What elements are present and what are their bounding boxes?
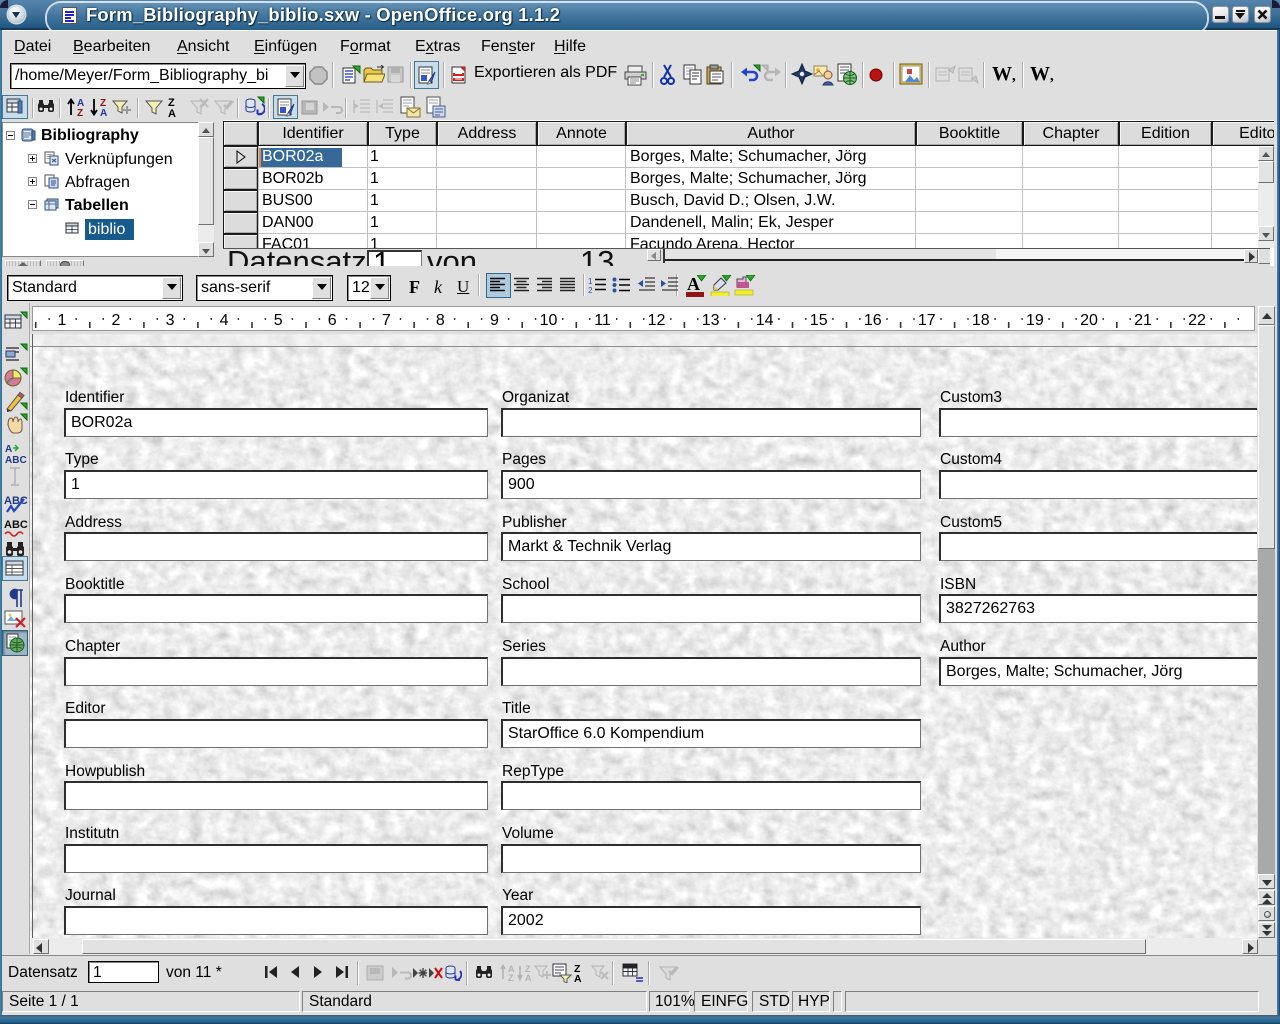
svg-text:14: 14 <box>756 312 774 329</box>
svg-text:Z: Z <box>77 108 83 118</box>
svg-text:16: 16 <box>864 312 882 329</box>
svg-text:A: A <box>100 108 107 118</box>
svg-text:1: 1 <box>58 312 67 329</box>
svg-text:A: A <box>574 973 582 984</box>
svg-text:A: A <box>5 444 12 455</box>
svg-text:3: 3 <box>166 312 175 329</box>
svg-text:8: 8 <box>436 312 445 329</box>
svg-text:6: 6 <box>328 312 337 329</box>
svg-text:19: 19 <box>1026 312 1044 329</box>
svg-text:9: 9 <box>490 312 499 329</box>
svg-text:2: 2 <box>112 312 121 329</box>
svg-text:ABC: ABC <box>5 455 27 464</box>
svg-text:A: A <box>168 108 176 118</box>
svg-text:1: 1 <box>588 277 593 286</box>
svg-text:15: 15 <box>810 312 828 329</box>
svg-text:22: 22 <box>1188 312 1206 329</box>
svg-text:2: 2 <box>588 286 593 294</box>
svg-text:A: A <box>525 973 532 983</box>
svg-text:10: 10 <box>540 312 558 329</box>
svg-text:18: 18 <box>972 312 990 329</box>
svg-text:ABC: ABC <box>4 519 28 531</box>
svg-text:ABC: ABC <box>4 495 28 507</box>
svg-text:17: 17 <box>918 312 936 329</box>
svg-text:21: 21 <box>1134 312 1152 329</box>
svg-text:4: 4 <box>220 312 229 329</box>
svg-text:13: 13 <box>702 312 720 329</box>
svg-text:20: 20 <box>1080 312 1098 329</box>
svg-text:Z: Z <box>508 973 514 983</box>
svg-text:7: 7 <box>382 312 391 329</box>
svg-text:11: 11 <box>594 312 611 329</box>
svg-text:5: 5 <box>274 312 283 329</box>
svg-text:12: 12 <box>648 312 666 329</box>
